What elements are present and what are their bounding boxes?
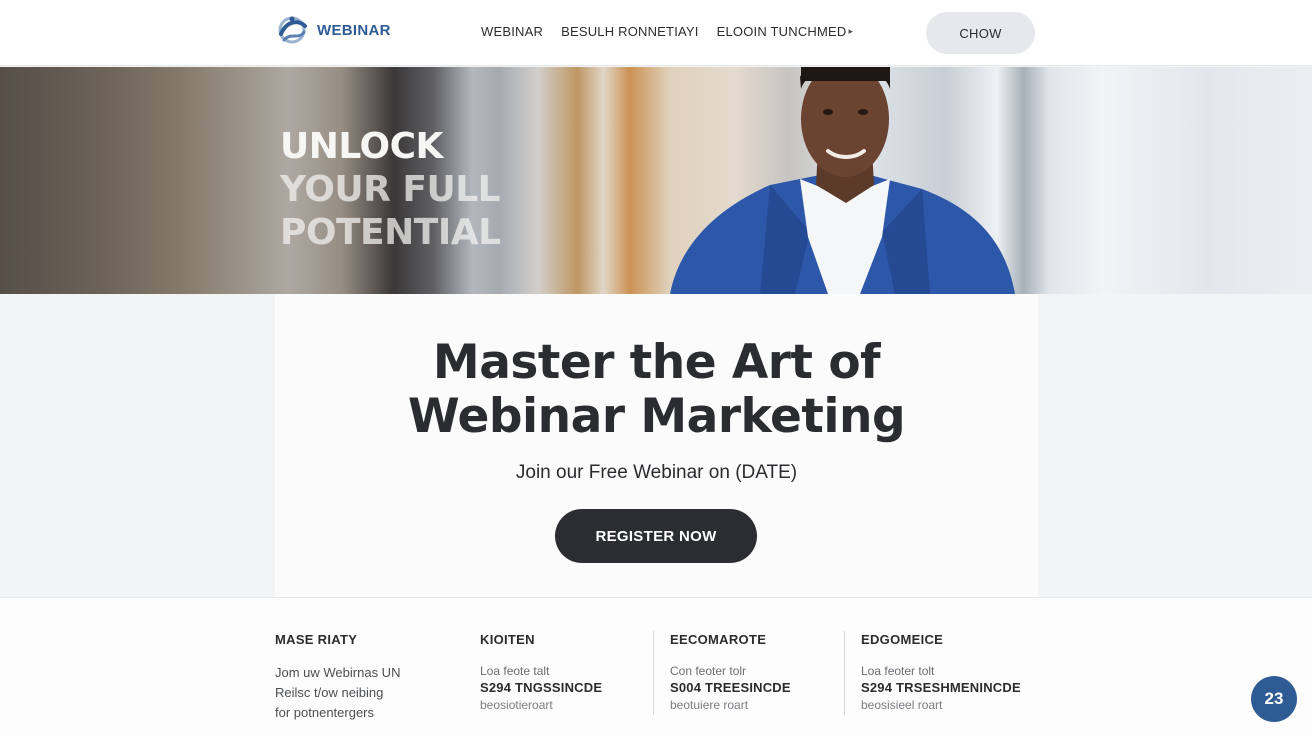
page-number-badge[interactable]: 23 — [1251, 676, 1297, 722]
footer-heading: EDGOMEICE — [861, 632, 944, 647]
chevron-right-icon: ▸ — [848, 26, 854, 36]
footer-heading: KIOITEN — [480, 632, 535, 647]
nav-dropdown-label: ELOOIN TUNCHMED — [716, 24, 847, 39]
logo-globe-icon — [278, 16, 307, 44]
logo-text: WEBINAR — [317, 21, 391, 39]
hero-person-image — [670, 67, 1015, 294]
nav-item-webinar[interactable]: WEBINAR — [481, 24, 543, 39]
header-cta-button[interactable]: CHOW — [926, 12, 1035, 54]
footer-text-line: Reilsc t/ow neibing — [275, 685, 384, 700]
nav-item-dropdown[interactable]: ELOOIN TUNCHMED ▸ — [717, 24, 854, 39]
footer-column-1: MASE RIATY Jom uw Webirnas UN Reilsc t/o… — [275, 632, 400, 723]
register-now-button[interactable]: REGISTER NOW — [555, 509, 757, 563]
footer-column-2: KIOITEN Loa feote talt S294 TNGSSINCDE b… — [480, 632, 602, 713]
webinar-date-text: Join our Free Webinar on (DATE) — [515, 462, 798, 483]
footer-muted-text: beosiotieroart — [480, 698, 553, 712]
hero-title-line-1: UNLOCK — [280, 126, 443, 167]
hero-title-line-3: POTENTIAL — [280, 212, 501, 253]
footer-divider — [844, 631, 845, 715]
headline-card: Master the Art of Webinar Marketing Join… — [275, 294, 1038, 597]
hero-banner: UNLOCK YOUR FULL POTENTIAL — [0, 67, 1312, 294]
footer-heading: EECOMAROTE — [670, 632, 767, 647]
main-nav: WEBINAR BESULH RONNETIAYI ELOOIN TUNCHME… — [481, 24, 853, 39]
footer-strong-text: S294 TNGSSINCDE — [480, 680, 603, 695]
footer-text-line: for potnentergers — [275, 705, 375, 720]
page-title-line-1: Master the Art of — [432, 335, 881, 390]
hero-title-line-2: YOUR FULL — [280, 169, 501, 210]
footer-small-text: Loa feote talt — [480, 664, 550, 678]
footer-small-text: Con feoter tolr — [670, 664, 747, 678]
site-header: WEBINAR WEBINAR BESULH RONNETIAYI ELOOIN… — [0, 0, 1312, 66]
footer-muted-text: beotuiere roart — [670, 698, 749, 712]
site-logo[interactable]: WEBINAR — [275, 14, 391, 46]
footer-divider — [653, 631, 654, 715]
hero-title: UNLOCK YOUR FULL POTENTIAL — [280, 125, 501, 254]
footer-strong-text: S004 TREESINCDE — [670, 680, 791, 695]
page-title-line-2: Webinar Marketing — [407, 389, 906, 444]
info-footer: MASE RIATY Jom uw Webirnas UN Reilsc t/o… — [0, 597, 1312, 736]
footer-strong-text: S294 TRSESHMENINCDE — [861, 680, 1021, 695]
nav-item-results[interactable]: BESULH RONNETIAYI — [561, 24, 699, 39]
footer-heading: MASE RIATY — [275, 632, 358, 647]
footer-column-4: EDGOMEICE Loa feoter tolt S294 TRSESHMEN… — [861, 632, 1021, 713]
footer-column-3: EECOMAROTE Con feoter tolr S004 TREESINC… — [670, 632, 791, 713]
footer-text-line: Jom uw Webirnas UN — [275, 665, 401, 680]
footer-small-text: Loa feoter tolt — [861, 664, 935, 678]
page-title: Master the Art of Webinar Marketing — [275, 336, 1038, 444]
footer-muted-text: beosisieel roart — [861, 698, 943, 712]
